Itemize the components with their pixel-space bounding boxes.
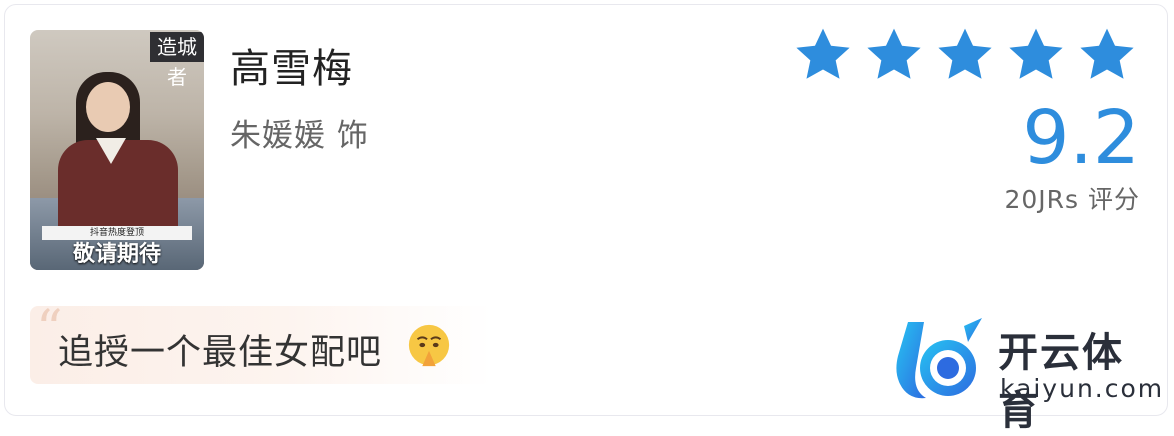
rating-score: 9.2 [1022,95,1140,181]
star-icon [1080,28,1134,79]
poster-strip: 抖音热度登顶 [42,226,192,240]
kaiyun-logo-icon [896,318,982,399]
star-icon [938,28,992,79]
poster-face [86,82,130,132]
poster-jacket [58,140,178,240]
actor-line: 朱媛媛 饰 [230,118,369,154]
star-icon [796,28,850,79]
star-icon [1009,28,1063,79]
pleading-hands-emoji [408,324,450,367]
comment-text: 追授一个最佳女配吧 [58,333,383,373]
character-name: 高雪梅 [230,46,353,92]
rating-count: 20JRs 评分 [1004,185,1140,214]
poster-banner: 造城者 [150,32,204,89]
watermark-domain: kaiyun.com [1000,374,1165,403]
poster-caption: 敬请期待 [72,242,161,267]
site-watermark: 开云体育 kaiyun.com [890,316,1162,434]
character-poster[interactable]: 造城者 抖音热度登顶 敬请期待 [30,30,204,270]
star-rating[interactable] [792,24,1138,88]
star-icon [867,28,921,79]
